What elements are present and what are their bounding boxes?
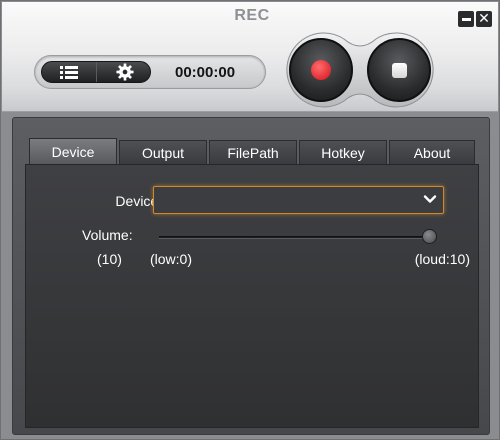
volume-slider-track[interactable] [159,236,435,239]
close-button[interactable]: ✕ [476,11,492,27]
window-title: REC [234,7,270,24]
record-controls [284,31,436,109]
record-button[interactable] [289,38,353,102]
device-select[interactable] [153,186,444,214]
settings-button[interactable] [97,62,152,82]
control-panel: 00:00:00 [34,55,266,89]
list-icon [60,66,78,79]
tab-bar: Device Output FilePath Hotkey About [29,138,475,165]
tab-filepath-label: FilePath [227,144,279,161]
chevron-down-icon [423,195,437,203]
stop-button[interactable] [367,38,431,102]
volume-loud-label: (loud:10) [414,251,470,267]
recording-timer: 00:00:00 [175,64,236,81]
minimize-button[interactable] [458,11,474,27]
tab-about-label: About [413,144,451,161]
tab-hotkey-label: Hotkey [321,144,365,161]
gear-icon [115,63,134,81]
menu-pill [41,61,151,83]
settings-panel: Device Output FilePath Hotkey About Devi… [12,117,490,435]
device-tab-content: Device : Volume: (10) (low:0) (loud:10) [25,164,479,428]
tab-output[interactable]: Output [119,140,207,164]
stop-icon [391,62,407,78]
rec-window: REC ✕ 00:00:00 Device Output FilePath Ho… [0,0,500,440]
tab-device[interactable]: Device [29,138,117,165]
volume-value: (10) [97,251,122,267]
tab-about[interactable]: About [389,140,475,164]
tab-filepath[interactable]: FilePath [209,140,297,164]
tab-output-label: Output [141,144,185,161]
list-button[interactable] [42,62,97,82]
volume-slider-thumb[interactable] [422,229,437,244]
volume-label: Volume: [82,227,133,243]
tab-device-label: Device [51,144,95,160]
tab-hotkey[interactable]: Hotkey [299,140,387,164]
volume-low-label: (low:0) [150,251,193,267]
header-bar: REC ✕ 00:00:00 [2,2,498,112]
close-icon: ✕ [478,10,490,27]
minimize-icon [461,17,471,21]
record-icon [311,60,331,80]
